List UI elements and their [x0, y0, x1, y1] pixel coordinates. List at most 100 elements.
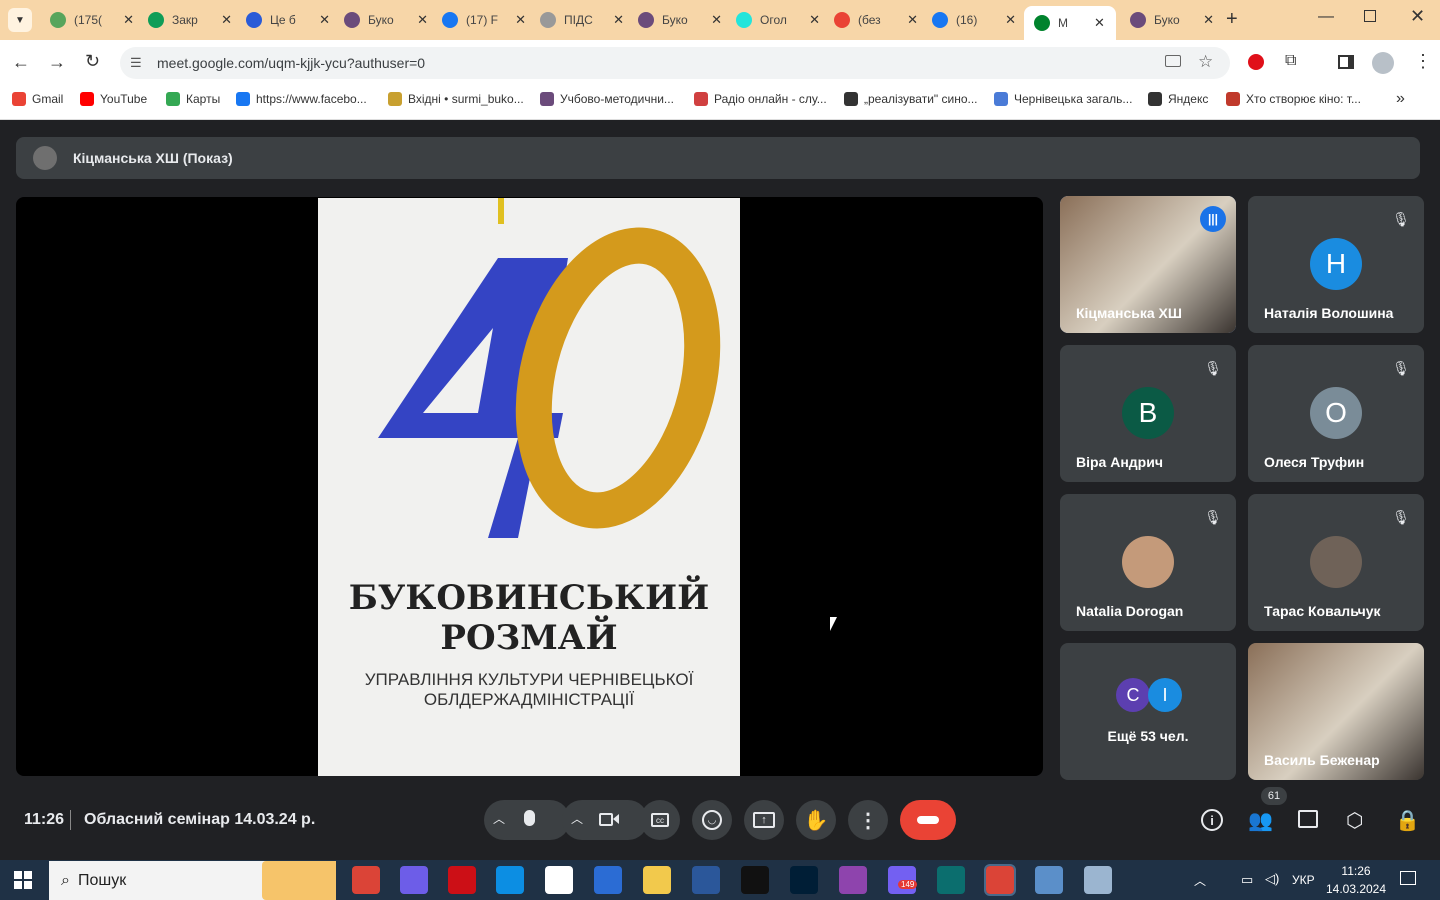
participant-tile[interactable]: ||| Кіцманська ХШ	[1060, 196, 1236, 333]
browser-tab[interactable]: Буко ✕	[1120, 6, 1214, 34]
tab-close-icon[interactable]: ✕	[907, 12, 918, 28]
chat-icon[interactable]	[1298, 810, 1318, 828]
tab-close-icon[interactable]: ✕	[515, 12, 526, 28]
more-options-button[interactable]: ⋮	[848, 800, 888, 840]
more-bookmarks-icon[interactable]: »	[1396, 90, 1405, 108]
app-icon[interactable]	[1035, 866, 1063, 894]
side-panel-icon[interactable]	[1338, 55, 1354, 69]
back-button[interactable]: ←	[12, 52, 30, 73]
tab-close-icon[interactable]: ✕	[123, 12, 134, 28]
bookmark-item[interactable]: https://www.facebo...	[236, 92, 367, 106]
participant-tile[interactable]: B 🎙 Віра Андрич	[1060, 345, 1236, 482]
browser-tab[interactable]: M ✕	[1024, 6, 1116, 40]
star-icon[interactable]: ☆	[1198, 52, 1213, 72]
app-icon[interactable]	[400, 866, 428, 894]
tray-language[interactable]: УКР	[1292, 873, 1315, 887]
photoshop-icon[interactable]	[790, 866, 818, 894]
word-icon[interactable]	[692, 866, 720, 894]
participant-tile[interactable]: H 🎙 Наталія Волошина	[1248, 196, 1424, 333]
extensions-icon[interactable]: ⧉	[1285, 52, 1296, 70]
bookmark-item[interactable]: „реалізувати" сино...	[844, 92, 978, 106]
meeting-info-button[interactable]: i	[1201, 809, 1223, 831]
tab-close-icon[interactable]: ✕	[1094, 15, 1105, 31]
browser-tab[interactable]: (17) F ✕	[432, 6, 526, 34]
app-icon[interactable]	[741, 866, 769, 894]
leave-call-button[interactable]	[900, 800, 956, 840]
app-icon[interactable]	[937, 866, 965, 894]
browser-tab[interactable]: Буко ✕	[628, 6, 722, 34]
edge-icon[interactable]	[496, 866, 524, 894]
bookmark-item[interactable]: Gmail	[12, 92, 63, 106]
file-icon[interactable]	[545, 866, 573, 894]
new-tab-button[interactable]: +	[1226, 8, 1238, 31]
bookmark-item[interactable]: YouTube	[80, 92, 147, 106]
participant-tile[interactable]: C I Ещё 53 чел.	[1060, 643, 1236, 780]
emoji-button[interactable]: ◡	[692, 800, 732, 840]
avatar: I	[1148, 678, 1182, 712]
participant-tile[interactable]: 🎙 Natalia Dorogan	[1060, 494, 1236, 631]
tab-close-icon[interactable]: ✕	[319, 12, 330, 28]
tab-search-button[interactable]: ▼	[8, 8, 32, 32]
url-text[interactable]: meet.google.com/uqm-kjjk-ycu?authuser=0	[157, 55, 425, 71]
app-icon[interactable]	[594, 866, 622, 894]
bookmark-item[interactable]: Учбово-методични...	[540, 92, 674, 106]
taskbar-search[interactable]: ⌕ Пошук	[49, 861, 336, 900]
browser-tab[interactable]: Огол ✕	[726, 6, 820, 34]
tab-close-icon[interactable]: ✕	[417, 12, 428, 28]
browser-tab[interactable]: (16) ✕	[922, 6, 1016, 34]
bookmark-item[interactable]: Карты	[166, 92, 220, 106]
opera-icon[interactable]	[448, 866, 476, 894]
tab-close-icon[interactable]: ✕	[1203, 12, 1214, 28]
activities-icon[interactable]: ⬡	[1346, 808, 1363, 833]
browser-tab[interactable]: Буко ✕	[334, 6, 428, 34]
bookmark-item[interactable]: Радіо онлайн - слу...	[694, 92, 827, 106]
tray-volume-icon[interactable]: ◁)	[1265, 871, 1279, 887]
video-camera-icon[interactable]	[599, 813, 613, 826]
present-screen-button[interactable]: ↑	[744, 800, 784, 840]
tab-close-icon[interactable]: ✕	[613, 12, 624, 28]
app-icon[interactable]	[839, 866, 867, 894]
participant-tile[interactable]: Василь Беженар	[1248, 643, 1424, 780]
profile-avatar[interactable]	[1372, 52, 1394, 74]
menu-icon[interactable]: ⋮	[1414, 51, 1432, 72]
tab-close-icon[interactable]: ✕	[221, 12, 232, 28]
microphone-icon[interactable]	[524, 810, 535, 826]
bookmark-item[interactable]: Яндекс	[1148, 92, 1208, 106]
tab-close-icon[interactable]: ✕	[1005, 12, 1016, 28]
forward-button[interactable]: →	[48, 52, 66, 73]
host-controls-icon[interactable]: 🔒	[1395, 808, 1420, 833]
restore-button[interactable]	[1364, 10, 1376, 22]
tray-chevron-icon[interactable]: ︿	[1194, 872, 1206, 889]
tab-close-icon[interactable]: ✕	[711, 12, 722, 28]
tray-network-icon[interactable]: ▭	[1241, 872, 1253, 888]
browser-tab[interactable]: Закр ✕	[138, 6, 232, 34]
tab-close-icon[interactable]: ✕	[809, 12, 820, 28]
raise-hand-button[interactable]: ✋	[796, 800, 836, 840]
tray-date[interactable]: 14.03.2024	[1322, 882, 1390, 896]
notifications-icon[interactable]	[1400, 871, 1416, 885]
bookmark-item[interactable]: Вхідні • surmi_buko...	[388, 92, 524, 106]
participant-tile[interactable]: О 🎙 Олеся Труфин	[1248, 345, 1424, 482]
mouse-cursor-icon	[830, 617, 837, 631]
people-icon[interactable]: 👥	[1248, 808, 1273, 833]
tray-time[interactable]: 11:26	[1327, 864, 1385, 878]
reload-button[interactable]: ↻	[85, 51, 100, 72]
opera-extension-icon[interactable]	[1248, 54, 1264, 70]
file-explorer-icon[interactable]	[643, 866, 671, 894]
captions-button[interactable]: cc	[640, 800, 680, 840]
browser-tab[interactable]: (175(✕	[40, 6, 134, 34]
participant-tile[interactable]: 🎙 Тарас Ковальчук	[1248, 494, 1424, 631]
bookmark-item[interactable]: Чернівецька загаль...	[994, 92, 1132, 106]
chrome-icon[interactable]	[352, 866, 380, 894]
close-window-button[interactable]: ✕	[1410, 6, 1425, 27]
camera-icon[interactable]	[1165, 55, 1181, 67]
browser-tab[interactable]: Це б ✕	[236, 6, 330, 34]
minimize-button[interactable]: —	[1318, 8, 1334, 26]
bookmark-item[interactable]: Хто створює кіно: т...	[1226, 92, 1361, 106]
browser-tab[interactable]: (без ✕	[824, 6, 918, 34]
app-icon[interactable]	[1084, 866, 1112, 894]
browser-tab[interactable]: ПІДС ✕	[530, 6, 624, 34]
chrome-icon[interactable]	[984, 864, 1016, 896]
site-info-icon[interactable]: ☰	[130, 55, 142, 71]
windows-start-icon[interactable]	[14, 871, 32, 889]
